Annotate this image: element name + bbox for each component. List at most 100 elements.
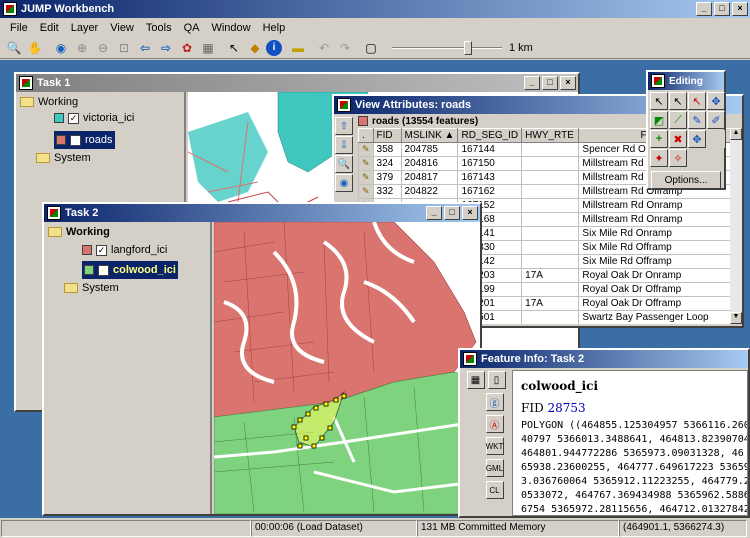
zoom-in-icon[interactable]: ⊕ <box>72 38 92 58</box>
zoom-out-icon[interactable]: ⊖ <box>93 38 113 58</box>
scale-slider[interactable] <box>392 40 502 55</box>
app-titlebar[interactable]: JUMP Workbench _ □ × <box>0 0 750 18</box>
geometry-icon[interactable]: ⓖ <box>485 393 504 411</box>
draw-line-icon[interactable]: ⟋ <box>669 111 687 129</box>
close-button[interactable]: × <box>732 2 748 16</box>
move-vertex-icon[interactable]: ✥ <box>707 92 725 110</box>
wkt-button[interactable]: WKT <box>485 437 504 455</box>
zoom-icon[interactable]: 🔍 <box>335 155 353 173</box>
row-pencil-icon[interactable]: ✎ <box>358 142 374 157</box>
attributes-scrollbar[interactable]: ▲ ▼ <box>730 128 742 324</box>
column-header[interactable]: RD_SEG_ID <box>457 128 523 143</box>
column-header[interactable]: MSLINK ▲ <box>400 128 459 143</box>
undo-icon[interactable]: ↶ <box>314 38 334 58</box>
menu-view[interactable]: View <box>104 22 140 34</box>
globe-icon[interactable]: ◉ <box>335 174 353 192</box>
task2-category-working[interactable]: Working <box>48 224 206 240</box>
task2-layer-langford[interactable]: ✓ langford_ici <box>48 242 206 258</box>
task1-category-working[interactable]: Working <box>20 94 180 110</box>
task1-layer-roads[interactable]: ✓ roads <box>20 130 180 150</box>
ruler-icon[interactable]: ▬ <box>288 38 308 58</box>
cube-icon[interactable]: ◆ <box>245 38 265 58</box>
menu-tools[interactable]: Tools <box>140 22 178 34</box>
scale-slider-thumb[interactable] <box>464 40 472 55</box>
attribute-icon[interactable]: Ⓐ <box>485 415 504 433</box>
task2-minimize-button[interactable]: _ <box>426 206 442 220</box>
grid-icon[interactable]: ▦ <box>198 38 218 58</box>
table-cell <box>521 282 580 297</box>
minimize-button[interactable]: _ <box>696 2 712 16</box>
task1-layer-victoria[interactable]: ✓ victoria_ici <box>20 110 180 126</box>
task2-category-system[interactable]: System <box>48 280 206 296</box>
menu-window[interactable]: Window <box>205 22 256 34</box>
zoom-icon[interactable]: 🔍 <box>4 38 24 58</box>
table-view-icon[interactable]: ▦ <box>466 371 485 389</box>
cl-button[interactable]: CL <box>485 481 504 499</box>
gml-button[interactable]: GML <box>485 459 504 477</box>
move-down-icon[interactable]: ⇩ <box>335 136 353 154</box>
folder-icon <box>36 153 50 163</box>
zoom-selected-icon[interactable]: ⊡ <box>114 38 134 58</box>
delete-vertex-icon[interactable]: ✖ <box>669 130 687 148</box>
pan-hand-icon[interactable]: ✋ <box>25 38 45 58</box>
table-cell: 167144 <box>457 142 523 157</box>
select-part-icon[interactable]: ↖ <box>669 92 687 110</box>
document-view-icon[interactable]: ▯ <box>487 371 506 389</box>
layer-visibility-checkbox[interactable]: ✓ <box>98 264 109 276</box>
task1-category-system[interactable]: System <box>20 150 180 166</box>
layers-icon[interactable]: ✿ <box>177 38 197 58</box>
insert-vertex-icon[interactable]: + <box>650 130 668 148</box>
back-arrow-icon[interactable]: ⇦ <box>135 38 155 58</box>
select-arrow-icon[interactable]: ↖ <box>224 38 244 58</box>
menu-qa[interactable]: QA <box>178 22 206 34</box>
task1-titlebar[interactable]: Task 1 _ □ × <box>16 74 578 92</box>
task2-close-button[interactable]: × <box>462 206 478 220</box>
snap-icon[interactable]: ✦ <box>650 149 668 167</box>
feature-info-content[interactable]: colwood_ici FID 28753 POLYGON ((464855.1… <box>512 370 748 516</box>
row-header[interactable]: . <box>358 128 374 143</box>
snap-vertex-icon[interactable]: ✧ <box>669 149 687 167</box>
feature-info-titlebar[interactable]: Feature Info: Task 2 <box>460 350 748 368</box>
column-header[interactable]: FID <box>372 128 402 143</box>
info-icon[interactable]: i <box>266 39 282 56</box>
menu-bar: File Edit Layer View Tools QA Window Hel… <box>0 18 750 37</box>
menu-layer[interactable]: Layer <box>65 22 105 34</box>
globe-icon[interactable]: ◉ <box>51 38 71 58</box>
menu-edit[interactable]: Edit <box>34 22 65 34</box>
rectangle-icon[interactable]: ▢ <box>361 38 381 58</box>
layer-visibility-checkbox[interactable]: ✓ <box>68 112 79 124</box>
geometry-line: 65938.23600255, 464777.649617223 53659 <box>521 462 748 473</box>
column-header[interactable]: HWY_RTE <box>521 128 580 143</box>
task1-close-button[interactable]: × <box>560 76 576 90</box>
task1-minimize-button[interactable]: _ <box>524 76 540 90</box>
table-cell: 17A <box>521 268 580 283</box>
task2-maximize-button[interactable]: □ <box>444 206 460 220</box>
task1-maximize-button[interactable]: □ <box>542 76 558 90</box>
select-tool-icon[interactable]: ↖ <box>650 92 668 110</box>
table-cell: 204817 <box>400 170 459 185</box>
move-up-icon[interactable]: ⇧ <box>335 117 353 135</box>
main-toolbar: 🔍 ✋ ◉ ⊕ ⊖ ⊡ ⇦ ⇨ ✿ ▦ ↖ ◆ i ▬ ↶ ↷ ▢ 1 km <box>0 37 750 59</box>
editing-options-button[interactable]: Options... <box>651 171 721 189</box>
task2-map[interactable] <box>214 222 480 514</box>
editing-titlebar[interactable]: Editing <box>648 72 724 90</box>
layer-visibility-checkbox[interactable]: ✓ <box>70 134 81 146</box>
folder-icon <box>48 227 62 237</box>
menu-help[interactable]: Help <box>257 22 292 34</box>
row-pencil-icon[interactable]: ✎ <box>358 170 374 185</box>
forward-arrow-icon[interactable]: ⇨ <box>156 38 176 58</box>
layer-visibility-checkbox[interactable]: ✓ <box>96 244 107 256</box>
draw-polygon-icon[interactable]: ◩ <box>650 111 668 129</box>
move-feature-icon[interactable]: ✥ <box>688 130 706 148</box>
menu-file[interactable]: File <box>4 22 34 34</box>
layer-swatch-icon <box>54 113 64 123</box>
draw-linestring-icon[interactable]: ✎ <box>688 111 706 129</box>
task2-layer-colwood[interactable]: ✓ colwood_ici <box>48 260 206 280</box>
row-pencil-icon[interactable]: ✎ <box>358 156 374 171</box>
row-pencil-icon[interactable]: ✎ <box>358 184 374 199</box>
redo-icon[interactable]: ↷ <box>335 38 355 58</box>
maximize-button[interactable]: □ <box>714 2 730 16</box>
task2-titlebar[interactable]: Task 2 _ □ × <box>44 204 480 222</box>
draw-point-icon[interactable]: ✐ <box>707 111 725 129</box>
select-line-icon[interactable]: ↖ <box>688 92 706 110</box>
